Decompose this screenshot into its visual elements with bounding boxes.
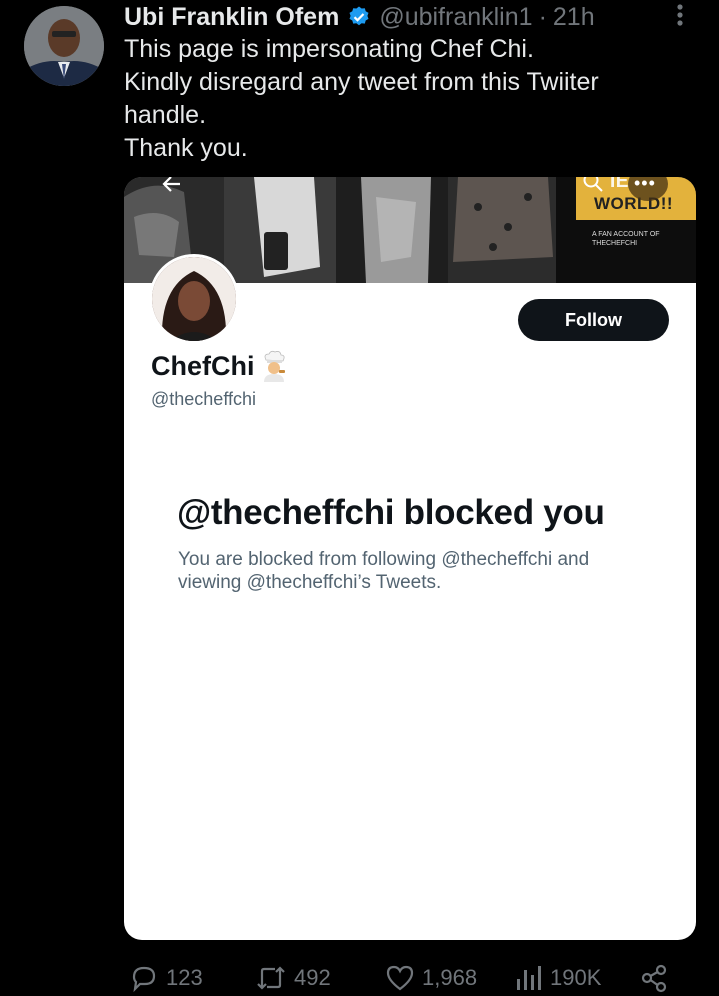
tweet-line: handle. (124, 101, 207, 129)
profile-avatar[interactable] (149, 254, 239, 344)
tweet-line: This page is impersonating Chef Chi. (124, 35, 534, 63)
more-vertical-icon[interactable] (670, 2, 690, 30)
banner-photo (448, 177, 556, 283)
like-button[interactable]: 1,968 (384, 960, 477, 996)
banner-photo (336, 177, 448, 283)
tweet-line: Kindly disregard any tweet from this Twi… (124, 68, 599, 96)
retweet-button[interactable]: 492 (254, 960, 331, 996)
search-icon[interactable] (582, 177, 604, 193)
share-button[interactable] (638, 960, 676, 996)
author-handle[interactable]: @ubifranklin1 (379, 3, 532, 32)
tweet-action-bar: 123 492 1,968 190K (0, 960, 719, 996)
blocked-description: You are blocked from following @thecheff… (178, 549, 590, 593)
verified-badge-icon (349, 6, 369, 26)
like-count: 1,968 (422, 965, 478, 990)
blocked-title: @thecheffchi blocked you (177, 493, 605, 532)
profile-name-row: ChefChi (151, 350, 289, 382)
tweet-header: Ubi Franklin Ofem @ubifranklin1 · 21h (124, 2, 595, 32)
separator-dot: · (538, 2, 547, 31)
banner-photo (224, 177, 336, 283)
profile-name: ChefChi (151, 350, 255, 381)
tweet-line: Thank you. (124, 134, 248, 162)
heart-icon (386, 965, 414, 991)
tweet-time[interactable]: 21h (553, 3, 595, 32)
views-button[interactable]: 190K (514, 960, 601, 996)
author-name[interactable]: Ubi Franklin Ofem (124, 3, 339, 32)
reply-button[interactable]: 123 (128, 960, 203, 996)
retweet-count: 492 (294, 965, 331, 990)
author-avatar[interactable] (24, 6, 104, 86)
back-arrow-icon[interactable] (154, 177, 190, 195)
tweet-media-screenshot[interactable]: IE WORLD!! A FAN ACCOUNT OF THECHEFCHI •… (124, 177, 696, 940)
views-count: 190K (550, 965, 602, 990)
views-chart-icon (517, 966, 541, 990)
chef-emoji-icon (263, 350, 285, 382)
profile-handle: @thecheffchi (151, 389, 257, 409)
reply-count: 123 (166, 965, 203, 990)
tweet-text: This page is impersonating Chef Chi. Kin… (124, 33, 684, 165)
banner-subtext: A FAN ACCOUNT OF THECHEFCHI (592, 231, 660, 247)
follow-button[interactable]: Follow (518, 299, 669, 341)
reply-icon (132, 966, 156, 993)
retweet-icon (257, 966, 285, 990)
share-icon (641, 964, 667, 993)
